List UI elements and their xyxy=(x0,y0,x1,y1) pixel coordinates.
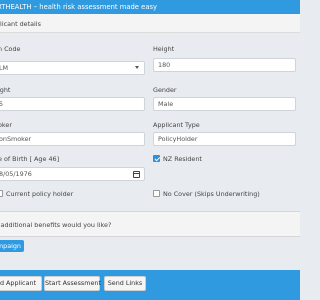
benefits-section: t additional benefits would you like? xyxy=(0,211,300,237)
benefits-question: t additional benefits would you like? xyxy=(0,221,112,229)
current-policy-holder-checkbox[interactable] xyxy=(0,190,3,197)
section-header: plicant details xyxy=(0,14,300,33)
nz-resident-label: NZ Resident xyxy=(163,155,202,163)
smoker-label: oker xyxy=(0,121,12,129)
dob-date-input[interactable]: 8/05/1976 xyxy=(0,167,145,181)
dob-label: e of Birth [ Age 46] xyxy=(0,155,60,163)
app-header: RTHEALTH – health risk assessment made e… xyxy=(0,0,300,14)
height-input[interactable]: 180 xyxy=(153,58,296,72)
calendar-icon[interactable] xyxy=(133,171,140,178)
dob-value: 8/05/1976 xyxy=(0,170,32,178)
plan-code-value: LM xyxy=(0,64,9,72)
chevron-down-icon xyxy=(135,66,139,69)
smoker-value: onSmoker xyxy=(0,135,32,143)
section-title: plicant details xyxy=(0,20,41,28)
no-cover-label: No Cover (Skips Underwriting) xyxy=(163,190,260,198)
height-label: Height xyxy=(153,45,175,53)
no-cover-checkbox[interactable] xyxy=(153,190,160,197)
applicant-type-input[interactable]: PolicyHolder xyxy=(153,132,296,146)
add-applicant-button[interactable]: d Applicant xyxy=(0,276,42,291)
current-policy-holder-label: Current policy holder xyxy=(6,190,74,198)
weight-value: 5 xyxy=(0,100,3,108)
app-title: RTHEALTH – health risk assessment made e… xyxy=(0,3,158,11)
applicant-type-label: Applicant Type xyxy=(153,121,200,129)
weight-label: ight xyxy=(0,86,11,94)
gender-label: Gender xyxy=(153,86,177,94)
plan-code-select[interactable]: LM xyxy=(0,61,145,75)
smoker-input[interactable]: onSmoker xyxy=(0,132,145,146)
action-bar: d Applicant Start Assessment Send Links xyxy=(0,270,300,300)
weight-input[interactable]: 5 xyxy=(0,97,145,111)
send-links-button[interactable]: Send Links xyxy=(104,276,146,291)
gender-input[interactable]: Male xyxy=(153,97,296,111)
campaign-button[interactable]: mpaign xyxy=(0,240,24,252)
gender-value: Male xyxy=(158,100,174,108)
height-value: 180 xyxy=(158,61,171,69)
plan-code-label: n Code xyxy=(0,45,21,53)
applicant-type-value: PolicyHolder xyxy=(158,135,198,143)
start-assessment-button[interactable]: Start Assessment xyxy=(44,276,101,291)
nz-resident-checkbox[interactable] xyxy=(153,155,160,162)
